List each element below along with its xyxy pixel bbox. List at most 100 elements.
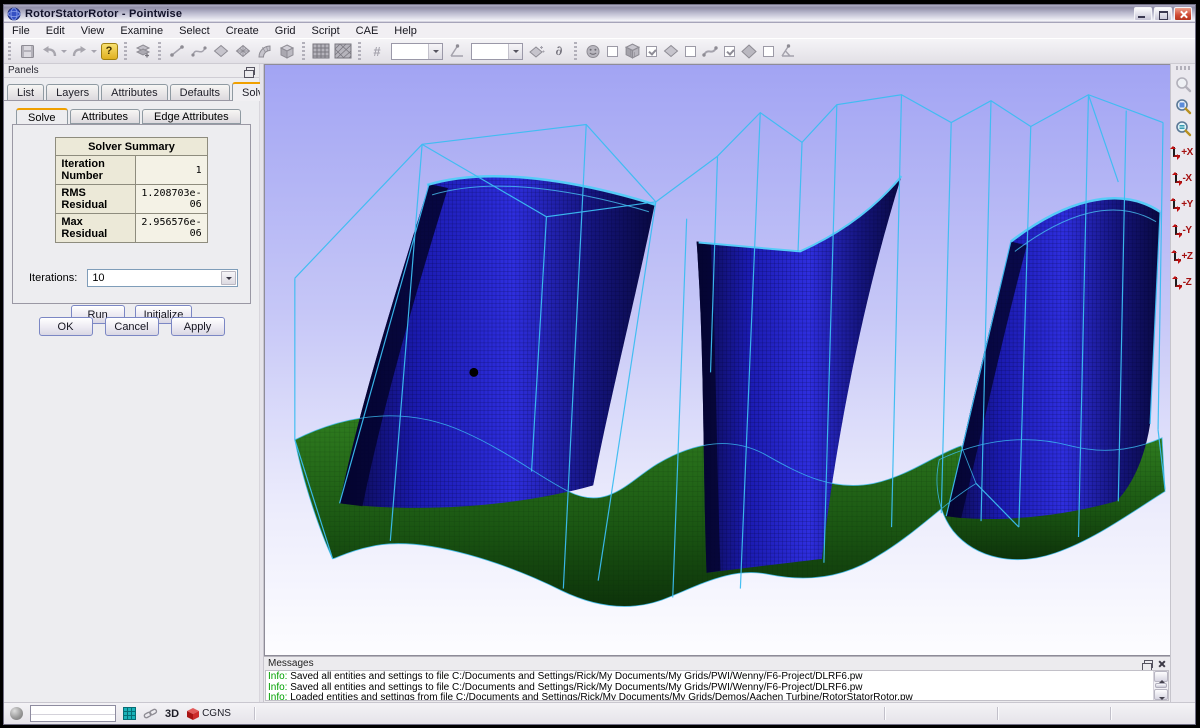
initialize-solve-button[interactable] bbox=[526, 41, 548, 62]
apply-button[interactable]: Apply bbox=[171, 317, 225, 336]
chevron-down-icon[interactable] bbox=[221, 271, 236, 285]
view-plus-y-button[interactable]: +Y bbox=[1171, 191, 1195, 217]
mask-angle-button[interactable] bbox=[777, 41, 799, 62]
panels-dock-titlebar[interactable]: Panels bbox=[4, 64, 259, 78]
tab-list[interactable]: List bbox=[7, 84, 44, 100]
ok-button[interactable]: OK bbox=[39, 317, 93, 336]
dimension-indicator[interactable]: 3D bbox=[165, 708, 179, 720]
menu-script[interactable]: Script bbox=[304, 23, 348, 38]
meshed-surface-icon bbox=[235, 44, 251, 58]
toolbar-drag-handle[interactable] bbox=[8, 42, 11, 60]
link-indicator[interactable] bbox=[143, 708, 158, 719]
mask-block-button[interactable] bbox=[621, 41, 643, 62]
iterations-combobox[interactable]: 10 bbox=[87, 269, 238, 287]
toolbar-drag-handle[interactable] bbox=[158, 42, 161, 60]
mask-icon bbox=[585, 44, 601, 59]
cae-solver-indicator[interactable]: CGNS bbox=[186, 707, 231, 721]
restore-button[interactable] bbox=[1154, 7, 1172, 21]
mask-domain-checkbox[interactable] bbox=[685, 46, 696, 57]
tab-defaults[interactable]: Defaults bbox=[170, 84, 230, 100]
undo-dropdown[interactable] bbox=[60, 41, 68, 62]
derivative-button[interactable]: ∂ bbox=[548, 41, 570, 62]
mask-spacing-checkbox[interactable] bbox=[763, 46, 774, 57]
subtab-edge-attributes[interactable]: Edge Attributes bbox=[142, 109, 241, 124]
zoom-button[interactable] bbox=[1172, 73, 1194, 95]
toolbar-drag-handle[interactable] bbox=[574, 42, 577, 60]
subtab-attributes[interactable]: Attributes bbox=[70, 109, 140, 124]
menu-file[interactable]: File bbox=[4, 23, 38, 38]
grid-dimension-combobox[interactable] bbox=[391, 43, 443, 60]
mask-spacing-button[interactable] bbox=[738, 41, 760, 62]
messages-log[interactable]: Info: Saved all entities and settings to… bbox=[265, 670, 1169, 701]
menu-cae[interactable]: CAE bbox=[348, 23, 387, 38]
mask-connector-checkbox[interactable] bbox=[724, 46, 735, 57]
mask-block-checkbox[interactable] bbox=[646, 46, 657, 57]
undo-button[interactable] bbox=[38, 41, 60, 62]
row-value-rms-residual: 1.208703e-06 bbox=[136, 185, 207, 214]
cancel-button[interactable]: Cancel bbox=[105, 317, 159, 336]
view-minus-y-button[interactable]: -Y bbox=[1171, 217, 1195, 243]
create-domain-button[interactable] bbox=[232, 41, 254, 62]
view-minus-z-button[interactable]: -Z bbox=[1171, 269, 1195, 295]
redo-dropdown[interactable] bbox=[90, 41, 98, 62]
mask-connector-button[interactable] bbox=[699, 41, 721, 62]
unstructured-grid-button[interactable] bbox=[332, 41, 354, 62]
chevron-down-icon[interactable] bbox=[508, 44, 522, 59]
toolbar-drag-handle[interactable] bbox=[124, 42, 127, 60]
create-curve-button[interactable] bbox=[188, 41, 210, 62]
messages-header[interactable]: Messages bbox=[264, 657, 1170, 670]
view-plus-x-button[interactable]: +X bbox=[1171, 139, 1195, 165]
grid-dimension-button[interactable]: # bbox=[366, 41, 388, 62]
spacing-diamond-icon bbox=[741, 44, 757, 59]
save-button[interactable] bbox=[16, 41, 38, 62]
grid-mode-indicator[interactable] bbox=[123, 707, 136, 720]
toolbar-drag-handle[interactable] bbox=[358, 42, 361, 60]
float-panel-icon[interactable] bbox=[246, 67, 255, 75]
toolbar-drag-handle[interactable] bbox=[1176, 66, 1190, 70]
menu-edit[interactable]: Edit bbox=[38, 23, 73, 38]
float-messages-icon[interactable] bbox=[1144, 660, 1153, 668]
selected-point[interactable] bbox=[469, 368, 478, 377]
menu-create[interactable]: Create bbox=[218, 23, 267, 38]
scroll-up-icon[interactable] bbox=[1154, 671, 1168, 682]
menu-grid[interactable]: Grid bbox=[267, 23, 304, 38]
menu-select[interactable]: Select bbox=[171, 23, 218, 38]
angle-combobox[interactable] bbox=[471, 43, 523, 60]
messages-scrollbar[interactable] bbox=[1153, 671, 1168, 700]
viewport-3d[interactable] bbox=[264, 64, 1170, 656]
mask-database-checkbox[interactable] bbox=[607, 46, 618, 57]
title-bar[interactable]: RotorStatorRotor - Pointwise bbox=[4, 5, 1195, 23]
scroll-thumb[interactable] bbox=[1155, 683, 1167, 689]
zoom-extents-button[interactable] bbox=[1172, 117, 1194, 139]
main-area: Panels List Layers Attributes Defaults S… bbox=[4, 64, 1195, 702]
scroll-down-icon[interactable] bbox=[1154, 689, 1168, 700]
chevron-down-icon[interactable] bbox=[428, 44, 442, 59]
create-block-button[interactable] bbox=[276, 41, 298, 62]
axis-icon bbox=[1175, 277, 1182, 287]
mask-database-button[interactable] bbox=[582, 41, 604, 62]
help-button[interactable]: ? bbox=[98, 41, 120, 62]
angle-spacing-button[interactable] bbox=[446, 41, 468, 62]
close-button[interactable] bbox=[1174, 7, 1192, 21]
zoom-box-button[interactable] bbox=[1172, 95, 1194, 117]
menu-view[interactable]: View bbox=[73, 23, 113, 38]
view-minus-x-button[interactable]: -X bbox=[1171, 165, 1195, 191]
menu-help[interactable]: Help bbox=[386, 23, 425, 38]
create-trimmed-surface-button[interactable] bbox=[254, 41, 276, 62]
create-surface-button[interactable] bbox=[210, 41, 232, 62]
tab-layers[interactable]: Layers bbox=[46, 84, 99, 100]
partial-derivative-icon: ∂ bbox=[556, 44, 563, 59]
tab-attributes[interactable]: Attributes bbox=[101, 84, 167, 100]
mask-domain-button[interactable] bbox=[660, 41, 682, 62]
toolbar-drag-handle[interactable] bbox=[302, 42, 305, 60]
minimize-button[interactable] bbox=[1134, 7, 1152, 21]
menu-examine[interactable]: Examine bbox=[112, 23, 171, 38]
close-messages-icon[interactable] bbox=[1158, 660, 1166, 668]
panels-button[interactable] bbox=[132, 41, 154, 62]
structured-grid-button[interactable] bbox=[310, 41, 332, 62]
unstructured-grid-icon bbox=[334, 43, 352, 59]
create-connector-button[interactable] bbox=[166, 41, 188, 62]
subtab-solve[interactable]: Solve bbox=[16, 108, 68, 125]
redo-button[interactable] bbox=[68, 41, 90, 62]
view-plus-z-button[interactable]: +Z bbox=[1171, 243, 1195, 269]
